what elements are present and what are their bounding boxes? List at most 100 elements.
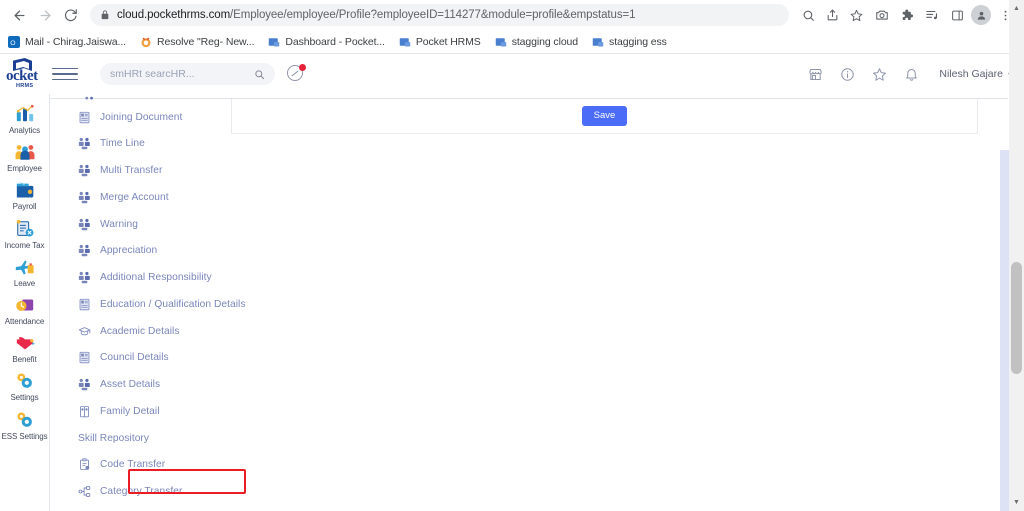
menu-item-code-transfer[interactable]: Code Transfer [50,452,280,479]
document-icon [78,351,91,364]
menu-item-label: Warning [100,218,138,230]
smhrt-assistant-button[interactable] [287,64,306,83]
reload-button[interactable] [60,4,82,26]
sidebar-item-benefit[interactable]: Benefit [0,329,49,367]
scroll-down-arrow[interactable]: ▼ [1009,494,1024,511]
document-icon [78,298,91,311]
bookmark-label: Pocket HRMS [415,35,481,48]
browser-toolbar: cloud.pockethrms.com/Employee/employee/P… [0,0,1024,30]
pockethrms-icon [269,37,280,46]
bell-icon[interactable] [904,67,919,82]
url-host: cloud.pockethrms.com [117,9,231,21]
search-input[interactable]: smHRt searcHR... [100,63,275,85]
bookmark-label: Mail - Chirag.Jaiswa... [25,35,126,48]
hamburger-menu-icon[interactable] [52,61,78,87]
bookmark-item[interactable]: stagging ess [592,36,667,48]
scrollbar-track[interactable] [1009,17,1024,494]
bookmark-label: stagging ess [609,35,667,48]
svg-text:O: O [10,40,15,47]
user-menu[interactable]: Nilesh Gajare ▾ [939,68,1012,80]
sidebar-label: Attendance [4,316,45,326]
search-icon[interactable] [797,4,819,26]
bookmark-label: Dashboard - Pocket... [285,35,385,48]
menu-item-label: Education / Qualification Details [100,298,246,310]
settings-gear-icon [14,371,36,391]
profile-content-area: Save Joining Document Time Line Multi Tr… [50,94,1024,511]
outlook-icon: O [8,35,20,48]
pockethrms-icon [592,37,604,46]
academic-cap-icon [78,325,91,338]
bookmark-item[interactable]: O Mail - Chirag.Jaiswa... [8,35,126,48]
ess-settings-gear-icon [14,410,36,430]
attendance-clock-icon [14,295,36,315]
menu-item-skill-repository[interactable]: Skill Repository [50,425,280,452]
people-icon [78,164,91,177]
extensions-puzzle-icon[interactable] [896,4,918,26]
menu-item-label: Time Line [100,138,145,150]
menu-item-label: Category Transfer [100,486,183,498]
bookmark-item[interactable]: Pocket HRMS [399,36,481,48]
app-logo[interactable]: ocket HRMS [0,57,50,91]
people-icon [78,191,91,204]
menu-item-asset-details[interactable]: Asset Details [50,372,280,399]
address-bar[interactable]: cloud.pockethrms.com/Employee/employee/P… [90,4,789,26]
share-icon[interactable] [821,4,843,26]
logo-text: ocket [6,68,38,84]
menu-item-time-line[interactable]: Time Line [50,131,280,158]
bookmark-item[interactable]: stagging cloud [495,36,578,48]
menu-item-merge-account[interactable]: Merge Account [50,184,280,211]
app-scroll-rail[interactable] [1000,150,1009,511]
menu-item-multi-transfer[interactable]: Multi Transfer [50,158,280,185]
analytics-chart-icon [14,104,36,124]
menu-item-family-detail[interactable]: Family Detail [50,398,280,425]
menu-item-academic-details[interactable]: Academic Details [50,318,280,345]
menu-item-category-transfer[interactable]: Category Transfer [50,479,280,506]
camera-icon[interactable] [871,4,893,26]
menu-item-additional-responsibility[interactable]: Additional Responsibility [50,265,280,292]
scroll-up-arrow[interactable]: ▲ [1009,0,1024,17]
profile-avatar-icon[interactable] [971,5,991,25]
save-button[interactable]: Save [581,106,628,126]
employee-people-icon [14,142,36,162]
page-scrollbar[interactable]: ▲ ▼ [1009,0,1024,511]
bookmark-item[interactable]: Dashboard - Pocket... [268,35,385,48]
bookmark-label: Resolve "Reg- New... [156,35,255,48]
sidebar-item-employee[interactable]: Employee [0,138,49,176]
logo-subtext: HRMS [16,83,34,89]
sidebar-item-ess-settings[interactable]: ESS Settings [0,406,49,444]
sidebar-item-leave[interactable]: Leave [0,253,49,291]
menu-item-appreciation[interactable]: Appreciation [50,238,280,265]
store-icon[interactable] [808,67,823,82]
people-icon [78,271,91,284]
menu-item-label: Merge Account [100,191,169,203]
people-icon [78,378,91,391]
sidebar-item-settings[interactable]: Settings [0,367,49,405]
benefit-gift-icon [14,333,36,353]
menu-item-council-details[interactable]: Council Details [50,345,280,372]
sidebar-item-analytics[interactable]: Analytics [0,100,49,138]
back-button[interactable] [8,4,30,26]
app-header: ocket HRMS smHRt searcHR... Nilesh Gajar… [0,54,1024,94]
menu-item-education-qualification-details[interactable]: Education / Qualification Details [50,291,280,318]
user-name-label: Nilesh Gajare [939,68,1003,80]
scrollbar-thumb[interactable] [1011,262,1022,374]
forward-button[interactable] [34,4,56,26]
notification-badge [299,64,306,71]
sidebar-label: Analytics [8,126,41,135]
sidebar-item-attendance[interactable]: Attendance [0,291,49,329]
bookmark-star-icon[interactable] [845,4,867,26]
header-action-icons [808,67,919,82]
bookmark-item[interactable]: Resolve "Reg- New... [140,35,255,48]
clipped-menu-icon [84,94,95,100]
menu-item-warning[interactable]: Warning [50,211,280,238]
reading-list-icon[interactable] [921,4,943,26]
menu-item-label: Code Transfer [100,459,166,471]
star-icon[interactable] [872,67,887,82]
sidebar-item-income-tax[interactable]: Income Tax [0,215,49,253]
info-icon[interactable] [840,67,855,82]
side-panel-icon[interactable] [946,4,968,26]
menu-item-joining-document[interactable]: Joining Document [50,104,280,131]
sidebar-item-payroll[interactable]: Payroll [0,176,49,214]
pockethrms-app: ocket HRMS smHRt searcHR... Nilesh Gajar… [0,54,1024,511]
search-icon[interactable] [254,69,265,80]
